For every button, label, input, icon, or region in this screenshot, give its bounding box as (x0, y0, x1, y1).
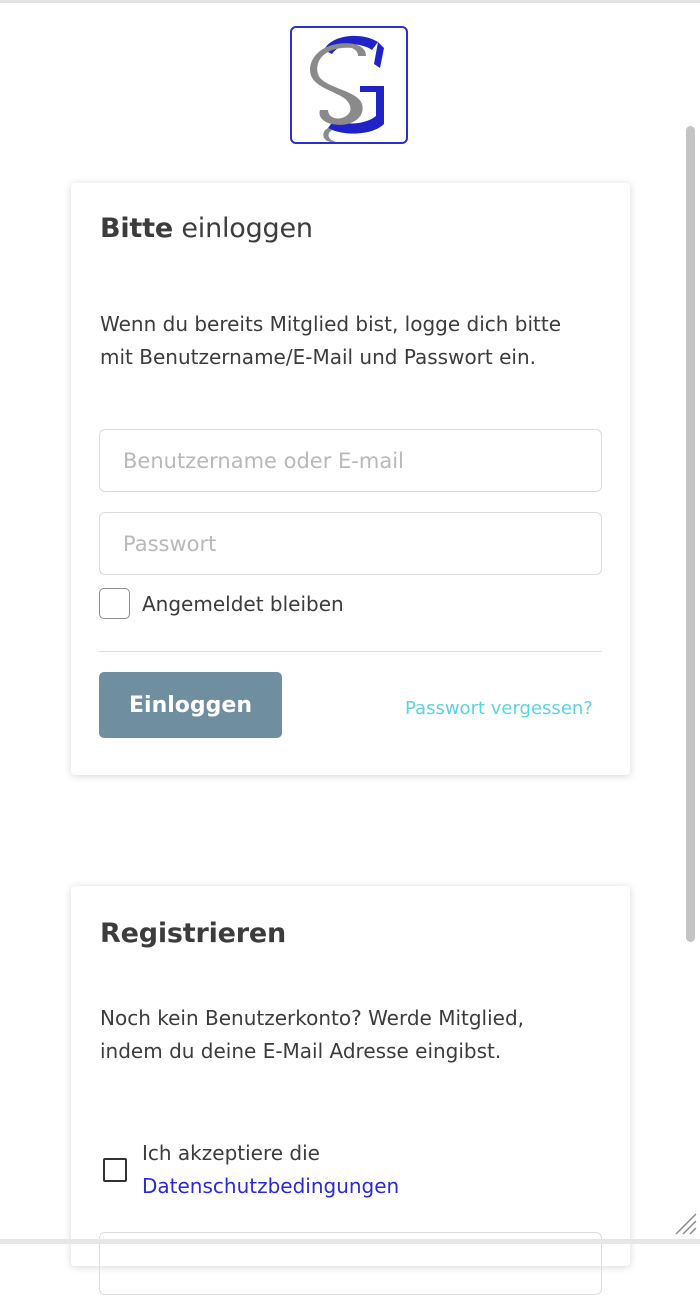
sg-logo-icon[interactable] (290, 26, 408, 144)
forgot-password-link[interactable]: Passwort vergessen? (405, 698, 593, 719)
login-button[interactable]: Einloggen (99, 672, 282, 738)
remember-me-checkbox[interactable] (99, 588, 130, 619)
top-border (0, 0, 700, 3)
login-divider (99, 651, 602, 652)
scrollbar-thumb[interactable] (686, 126, 695, 942)
accept-privacy-checkbox[interactable] (103, 1158, 127, 1182)
password-input[interactable] (99, 512, 602, 575)
resize-grip-icon[interactable] (672, 1210, 698, 1236)
register-card: Registrieren Noch kein Benutzerkonto? We… (71, 886, 630, 1295)
register-intro: Noch kein Benutzerkonto? Werde Mitglied,… (100, 1006, 525, 1063)
login-title: Bitte einloggen (100, 213, 313, 244)
bottom-border (0, 1239, 700, 1244)
privacy-policy-link[interactable]: Datenschutzbedingungen (142, 1174, 399, 1198)
username-input[interactable] (99, 429, 602, 492)
login-card: Bitte einloggen Wenn du bereits Mitglied… (71, 183, 630, 775)
register-title: Registrieren (100, 918, 286, 949)
remember-me-label[interactable]: Angemeldet bleiben (142, 592, 344, 616)
login-intro: Wenn du bereits Mitglied bist, logge dic… (100, 312, 562, 369)
accept-privacy-label[interactable]: Ich akzeptiere die (142, 1141, 320, 1165)
